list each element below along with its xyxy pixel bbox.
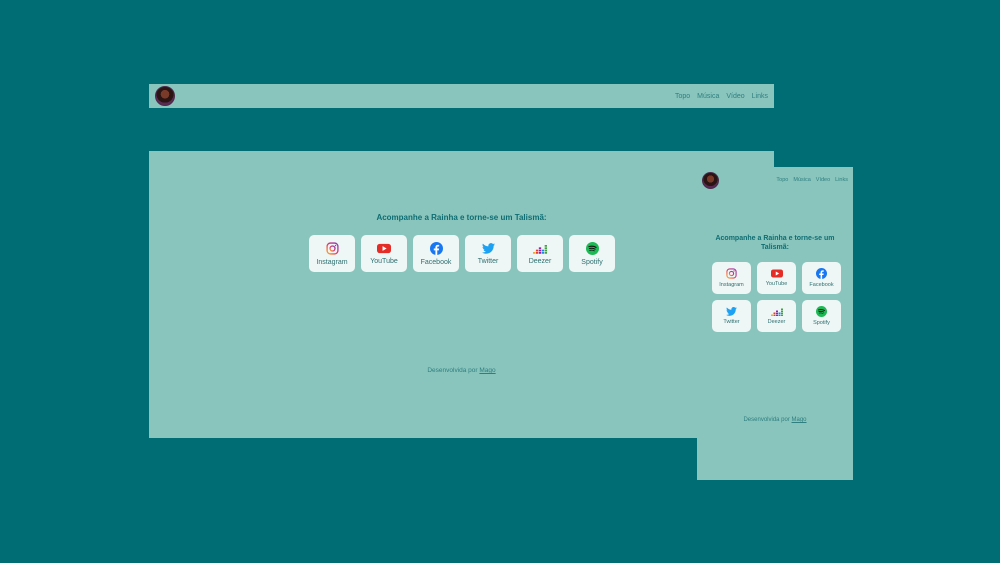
card-label: Twitter	[477, 257, 499, 265]
social-cards: Instagram YouTube Facebook Twitter Deeze…	[712, 262, 841, 332]
card-label: Facebook	[809, 282, 834, 288]
avatar[interactable]	[702, 171, 719, 189]
card-label: Instagram	[719, 282, 744, 288]
mobile-preview: Topo Música Vídeo Links Acompanhe a Rain…	[697, 167, 853, 480]
deezer-icon	[533, 244, 547, 254]
footer: Desenvolvida por Mago	[149, 367, 774, 374]
headline: Acompanhe a Rainha e torne-se um Talismã…	[715, 235, 835, 251]
nav-link-musica[interactable]: Música	[793, 177, 810, 183]
footer: Desenvolvida por Mago	[697, 417, 853, 423]
facebook-card[interactable]: Facebook	[802, 262, 841, 294]
twitter-card[interactable]: Twitter	[465, 235, 511, 272]
card-label: Deezer	[528, 257, 552, 265]
youtube-icon	[377, 243, 391, 253]
card-label: Deezer	[767, 319, 786, 325]
headline: Acompanhe a Rainha e torne-se um Talismã…	[376, 213, 547, 222]
spotify-card[interactable]: Spotify	[802, 300, 841, 332]
instagram-icon	[325, 241, 339, 255]
nav-link-video[interactable]: Vídeo	[816, 177, 830, 183]
card-label: Spotify	[581, 258, 603, 266]
footer-text: Desenvolvida por	[427, 367, 478, 374]
youtube-icon	[770, 269, 783, 278]
footer-link[interactable]: Mago	[792, 417, 807, 423]
card-label: Twitter	[723, 319, 740, 325]
nav-links: Topo Música Vídeo Links	[675, 93, 768, 100]
deezer-card[interactable]: Deezer	[517, 235, 563, 272]
instagram-icon	[726, 268, 737, 279]
youtube-card[interactable]: YouTube	[757, 262, 796, 294]
social-cards: Instagram YouTube Facebook Twitter Deeze…	[309, 235, 615, 272]
card-label: Spotify	[813, 320, 830, 326]
nav-link-links[interactable]: Links	[835, 177, 848, 183]
avatar[interactable]	[155, 86, 175, 106]
deezer-card[interactable]: Deezer	[757, 300, 796, 332]
nav-link-video[interactable]: Vídeo	[726, 93, 744, 100]
footer-link[interactable]: Mago	[479, 367, 495, 374]
youtube-card[interactable]: YouTube	[361, 235, 407, 272]
nav-links: Topo Música Vídeo Links	[776, 177, 848, 183]
facebook-icon	[816, 268, 827, 279]
twitter-card[interactable]: Twitter	[712, 300, 751, 332]
spotify-icon	[585, 241, 599, 255]
card-label: Instagram	[316, 258, 348, 266]
twitter-icon	[481, 242, 495, 254]
desktop-navbar: Topo Música Vídeo Links	[149, 84, 774, 108]
facebook-icon	[429, 241, 443, 255]
desktop-preview: Acompanhe a Rainha e torne-se um Talismã…	[149, 151, 774, 438]
spotify-icon	[816, 306, 827, 317]
card-label: Facebook	[420, 258, 452, 266]
nav-link-topo[interactable]: Topo	[776, 177, 788, 183]
nav-link-links[interactable]: Links	[752, 93, 768, 100]
instagram-card[interactable]: Instagram	[712, 262, 751, 294]
mobile-navbar: Topo Música Vídeo Links	[702, 170, 848, 190]
instagram-card[interactable]: Instagram	[309, 235, 355, 272]
nav-link-topo[interactable]: Topo	[675, 93, 690, 100]
deezer-icon	[770, 308, 783, 316]
card-label: YouTube	[370, 257, 398, 265]
card-label: YouTube	[765, 281, 788, 287]
facebook-card[interactable]: Facebook	[413, 235, 459, 272]
spotify-card[interactable]: Spotify	[569, 235, 615, 272]
footer-text: Desenvolvida por	[743, 417, 790, 423]
nav-link-musica[interactable]: Música	[697, 93, 719, 100]
twitter-icon	[726, 307, 737, 316]
